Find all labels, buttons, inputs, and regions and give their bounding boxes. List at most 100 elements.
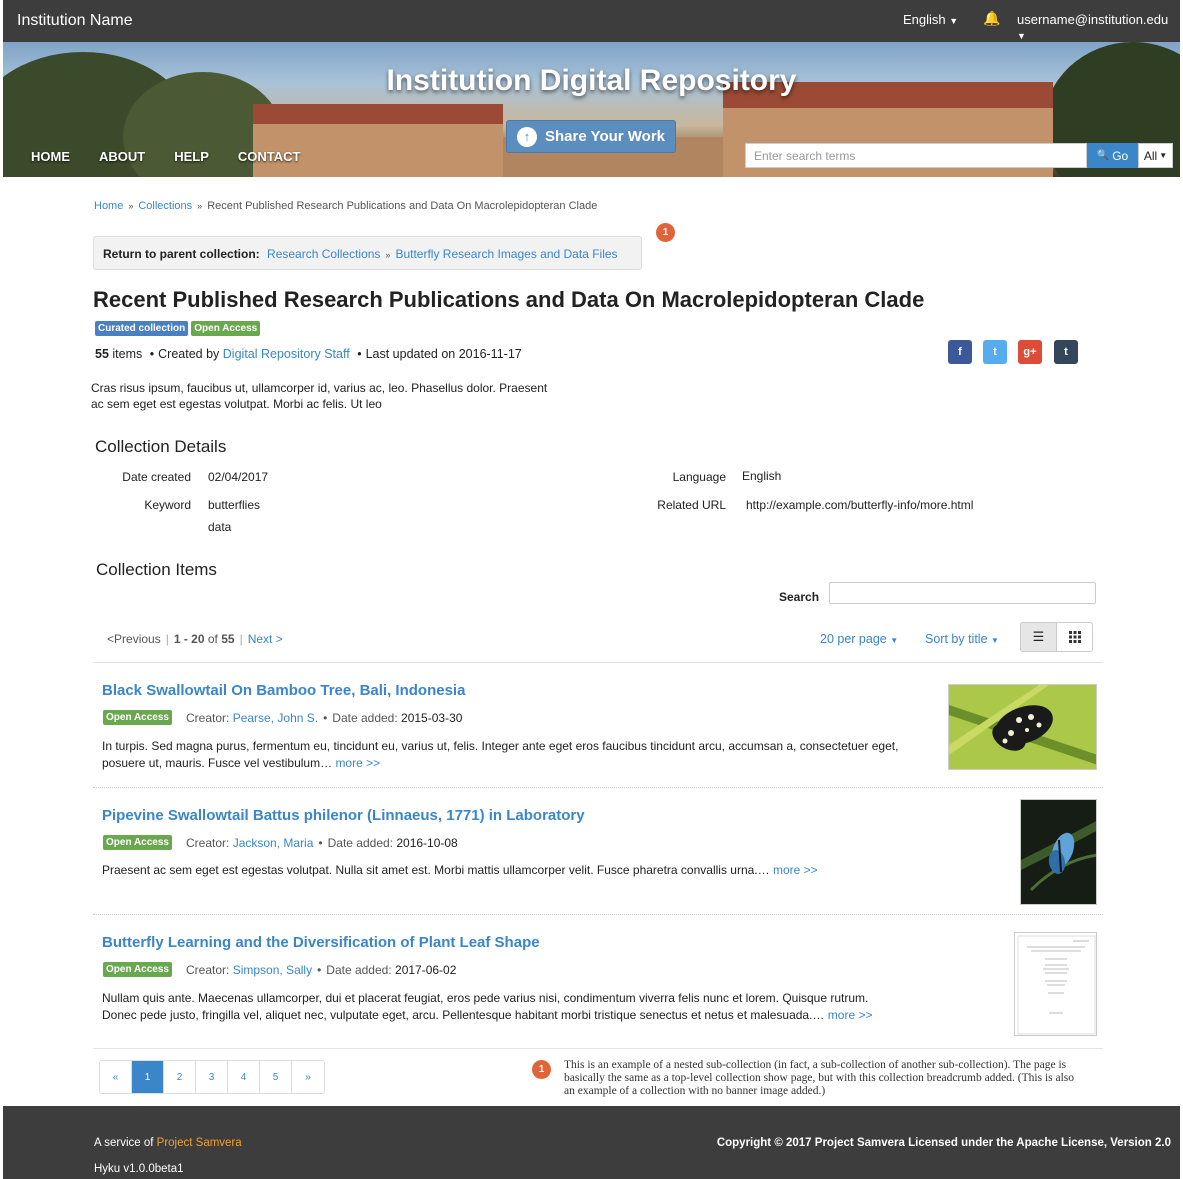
language-dropdown[interactable]: English ▼: [903, 12, 958, 27]
item-creator-link[interactable]: Pearse, John S.: [233, 711, 318, 725]
butterfly-thumbnail-image: [949, 685, 1096, 769]
page-5[interactable]: 5: [260, 1061, 292, 1093]
page-4[interactable]: 4: [228, 1061, 260, 1093]
item-count: 55: [95, 347, 109, 361]
open-access-badge: Open Access: [103, 962, 172, 977]
search-go-button[interactable]: 🔍 Go: [1087, 143, 1138, 168]
nav-help[interactable]: HELP: [174, 149, 209, 164]
keyword-butterflies[interactable]: butterflies: [208, 498, 260, 512]
item-thumbnail[interactable]: [1020, 799, 1097, 905]
parent-link-butterfly-research[interactable]: Butterfly Research Images and Data Files: [395, 247, 617, 261]
institution-name[interactable]: Institution Name: [17, 12, 133, 30]
previous-link[interactable]: <Previous: [107, 632, 161, 646]
divider: [93, 1048, 1103, 1049]
collection-tags: Curated collection Open Access: [95, 321, 261, 336]
samvera-link[interactable]: Project Samvera: [157, 1137, 242, 1149]
sort-dropdown[interactable]: Sort by title ▼: [925, 632, 999, 646]
breadcrumb: Home » Collections » Recent Published Resear…: [94, 200, 597, 212]
keyword-data[interactable]: data: [208, 520, 231, 534]
caret-down-icon: ▼: [890, 636, 899, 645]
nav-about[interactable]: ABOUT: [99, 149, 145, 164]
divider: [93, 914, 1103, 915]
grid-icon: [1068, 631, 1081, 643]
item-creator-link[interactable]: Simpson, Sally: [233, 963, 312, 977]
collection-details-heading: Collection Details: [95, 437, 227, 456]
creator-label: Creator:: [186, 962, 230, 977]
breadcrumb-collections[interactable]: Collections: [138, 200, 192, 212]
parent-collection-box: Return to parent collection: Research Co…: [93, 236, 642, 270]
gallery-view-button[interactable]: [1056, 622, 1093, 652]
more-link[interactable]: more >>: [335, 756, 380, 770]
pager-divider: |: [165, 632, 169, 646]
more-link[interactable]: more >>: [773, 863, 818, 877]
nav-home[interactable]: HOME: [31, 149, 70, 164]
items-search-input[interactable]: [829, 582, 1096, 604]
search-scope-dropdown[interactable]: All ▼: [1138, 143, 1173, 168]
next-link[interactable]: Next >: [248, 632, 283, 646]
tumblr-share-button[interactable]: t: [1054, 340, 1078, 364]
breadcrumb-home[interactable]: Home: [94, 200, 123, 212]
language-label: English: [903, 12, 946, 27]
main-nav: HOME ABOUT HELP CONTACT: [31, 149, 300, 164]
creator-link[interactable]: Digital Repository Staff: [223, 347, 350, 361]
tumblr-icon: t: [1064, 346, 1068, 358]
related-url-link[interactable]: http://example.com/butterfly-info/more.h…: [746, 498, 973, 512]
site-title[interactable]: Institution Digital Repository: [3, 64, 1180, 98]
item-title-link[interactable]: Pipevine Swallowtail Battus philenor (Li…: [102, 807, 585, 824]
page-2[interactable]: 2: [164, 1061, 196, 1093]
dot-separator: •: [323, 710, 328, 725]
page-first[interactable]: «: [100, 1061, 132, 1093]
more-link[interactable]: more >>: [828, 1008, 873, 1022]
annotation-marker: 1: [532, 1060, 551, 1079]
caret-down-icon: ▼: [1159, 151, 1168, 160]
parent-collection-label: Return to parent collection:: [103, 247, 260, 261]
caret-down-icon: ▼: [1017, 31, 1026, 41]
upload-arrow-icon: ↑: [516, 126, 537, 147]
item-thumbnail[interactable]: [1014, 932, 1097, 1036]
user-email: username@institution.edu: [1017, 12, 1169, 27]
item-range: 1 - 20: [173, 632, 205, 646]
facebook-share-button[interactable]: f: [948, 340, 972, 364]
item-creator-link[interactable]: Jackson, Maria: [233, 836, 314, 850]
list-view-button[interactable]: ☰: [1020, 622, 1057, 652]
date-created-value: 02/04/2017: [208, 470, 269, 484]
share-your-work-button[interactable]: ↑ Share Your Work: [506, 120, 676, 153]
creator-label: Creator:: [186, 710, 230, 725]
last-updated: Last updated on 2016-11-17: [365, 347, 522, 361]
annotation-note: This is an example of a nested sub-colle…: [564, 1059, 1075, 1097]
parent-link-research-collections[interactable]: Research Collections: [267, 247, 380, 261]
items-word: items: [112, 347, 143, 361]
user-menu[interactable]: username@institution.edu ▼: [1017, 12, 1180, 42]
open-access-badge: Open Access: [191, 321, 261, 336]
keyword-label: Keyword: [144, 498, 191, 512]
search-input[interactable]: Enter search terms: [745, 143, 1087, 168]
previous-label: Previous: [114, 632, 161, 646]
banner-roof: [253, 104, 503, 124]
breadcrumb-separator: »: [197, 201, 203, 211]
dot-separator: •: [317, 962, 322, 977]
caret-down-icon: ▼: [949, 16, 959, 26]
open-access-badge: Open Access: [103, 710, 172, 725]
page-1[interactable]: 1: [132, 1061, 164, 1093]
nav-contact[interactable]: CONTACT: [238, 149, 301, 164]
breadcrumb-separator: »: [128, 201, 134, 211]
open-access-badge: Open Access: [103, 835, 172, 850]
item-title-link[interactable]: Butterfly Learning and the Diversificati…: [102, 934, 540, 951]
twitter-share-button[interactable]: t: [983, 340, 1007, 364]
date-added-label: Date added:: [332, 710, 398, 725]
item-thumbnail[interactable]: [948, 684, 1097, 770]
share-label: Share Your Work: [544, 128, 666, 145]
item-meta: Open Access Creator: Jackson, Maria • Da…: [103, 835, 458, 850]
sort-label: Sort by title: [925, 632, 988, 646]
bell-icon[interactable]: 🔔: [983, 10, 1000, 27]
pager-divider: |: [239, 632, 243, 646]
item-meta: Open Access Creator: Pearse, John S. • D…: [103, 710, 462, 725]
page-3[interactable]: 3: [196, 1061, 228, 1093]
footer-copyright: Copyright © 2017 Project Samvera License…: [716, 1137, 1171, 1149]
item-title-link[interactable]: Black Swallowtail On Bamboo Tree, Bali, …: [102, 682, 465, 699]
page-title: Recent Published Research Publications a…: [93, 287, 925, 312]
per-page-dropdown[interactable]: 20 per page ▼: [820, 632, 898, 646]
page-last[interactable]: »: [292, 1061, 324, 1093]
curated-collection-badge: Curated collection: [95, 321, 189, 336]
google-plus-share-button[interactable]: g+: [1018, 340, 1042, 364]
